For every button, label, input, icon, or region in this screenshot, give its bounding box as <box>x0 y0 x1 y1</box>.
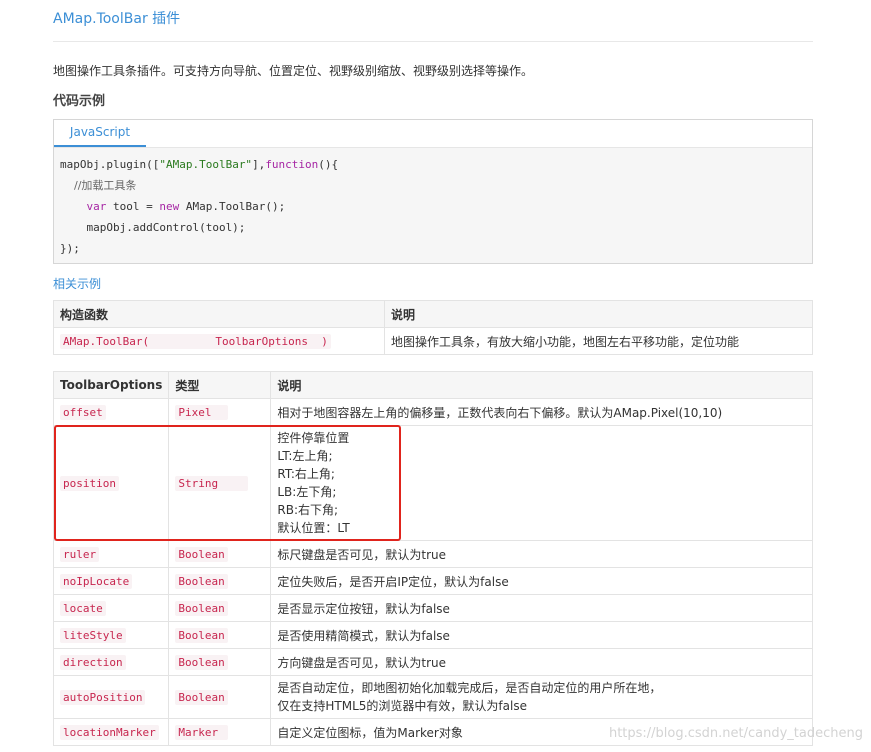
table-cell: 是否自动定位，即地图初始化加载完成后，是否自动定位的用户所在地， 仅在支持HTML… <box>270 675 813 719</box>
options-table: ToolbarOptions 类型 说明 offset Pixel 相对于地图容器… <box>52 371 813 746</box>
code-keyword: new <box>159 200 180 213</box>
code-line-2-comment: //加载工具条 <box>60 179 137 192</box>
table-cell: String <box>168 425 272 541</box>
option-description-line: RT:右上角; <box>277 467 335 481</box>
table-header-cell: 构造函数 <box>53 300 385 328</box>
related-examples-link[interactable]: 相关示例 <box>53 275 101 292</box>
option-description-line: LB:左下角; <box>277 485 337 499</box>
table-cell: autoPosition <box>52 675 170 719</box>
table-cell: locationMarker <box>52 718 170 746</box>
option-name: direction <box>60 655 126 670</box>
table-cell: offset <box>52 398 170 426</box>
table-row: offset Pixel 相对于地图容器左上角的偏移量，正数代表向右下偏移。默认为… <box>52 398 813 426</box>
tab-javascript[interactable]: JavaScript <box>54 120 146 147</box>
code-keyword: var <box>86 200 107 213</box>
title-divider <box>53 41 813 42</box>
table-row: locate Boolean 是否显示定位按钮，默认为false <box>52 594 813 622</box>
option-description-line: 是否自动定位，即地图初始化加载完成后，是否自动定位的用户所在地， <box>277 681 662 695</box>
option-name: position <box>60 476 119 491</box>
option-name: offset <box>60 405 106 420</box>
constructor-code: AMap.ToolBar( ToolbarOptions ) <box>60 334 331 349</box>
table-cell: Boolean <box>168 567 272 595</box>
code-line-3: var tool = new AMap.ToolBar(); <box>60 200 286 213</box>
code-text: AMap.ToolBar(); <box>179 200 286 213</box>
option-type: Boolean <box>175 601 228 616</box>
code-tabbar: JavaScript <box>54 120 812 148</box>
table-cell: AMap.ToolBar( ToolbarOptions ) <box>53 327 385 355</box>
table-cell: 是否使用精简模式，默认为false <box>270 621 813 649</box>
table-header-row: ToolbarOptions 类型 说明 <box>52 371 813 399</box>
code-example-heading: 代码示例 <box>53 94 106 109</box>
option-name: liteStyle <box>60 628 126 643</box>
option-type: Marker <box>175 725 228 740</box>
table-header-cell: 说明 <box>270 371 813 399</box>
option-type: Boolean <box>175 547 228 562</box>
code-text: (){ <box>318 158 339 171</box>
option-type: Boolean <box>175 574 228 589</box>
code-line-5: }); <box>60 242 80 255</box>
watermark: https://blog.csdn.net/candy_tadecheng <box>608 726 863 741</box>
option-type: Pixel <box>175 405 228 420</box>
table-cell: Pixel <box>168 398 272 426</box>
option-type: Boolean <box>175 628 228 643</box>
table-cell: Boolean <box>168 540 272 568</box>
table-cell: position <box>52 425 170 541</box>
table-cell: 定位失败后，是否开启IP定位，默认为false <box>270 567 813 595</box>
table-row: noIpLocate Boolean 定位失败后，是否开启IP定位，默认为false <box>52 567 813 595</box>
option-description-line: 仅在支持HTML5的浏览器中有效，默认为false <box>277 699 527 713</box>
table-header-row: 构造函数 说明 <box>53 300 813 328</box>
code-text: mapObj.plugin([ <box>60 158 160 171</box>
table-row: position String 控件停靠位置 LT:左上角; RT:右上角; LB:左下… <box>52 425 813 541</box>
table-cell: Boolean <box>168 594 272 622</box>
code-text: tool = <box>106 200 160 213</box>
code-keyword: function <box>265 158 319 171</box>
constructor-table: 构造函数 说明 AMap.ToolBar( ToolbarOptions ) 地… <box>53 300 813 355</box>
table-header-cell: 说明 <box>384 300 813 328</box>
option-description-line: LT:左上角; <box>277 449 333 463</box>
table-cell: noIpLocate <box>52 567 170 595</box>
table-row: autoPosition Boolean 是否自动定位，即地图初始化加载完成后，是否… <box>52 675 813 719</box>
table-cell: liteStyle <box>52 621 170 649</box>
table-cell: 方向键盘是否可见，默认为true <box>270 648 813 676</box>
option-name: autoPosition <box>60 690 146 705</box>
table-cell: Boolean <box>168 648 272 676</box>
table-header-cell: 类型 <box>168 371 272 399</box>
code-line-4: mapObj.addControl(tool); <box>60 221 246 234</box>
code-line-1: mapObj.plugin(["AMap.ToolBar"],function(… <box>60 158 338 171</box>
option-name: locate <box>60 601 106 616</box>
table-row: liteStyle Boolean 是否使用精简模式，默认为false <box>52 621 813 649</box>
code-text: ], <box>252 158 266 171</box>
code-example-box: JavaScript mapObj.plugin(["AMap.ToolBar"… <box>53 119 813 264</box>
table-header-cell: ToolbarOptions <box>52 371 170 399</box>
option-type: Boolean <box>175 655 228 670</box>
table-cell: 相对于地图容器左上角的偏移量，正数代表向右下偏移。默认为AMap.Pixel(1… <box>270 398 813 426</box>
option-name: locationMarker <box>60 725 159 740</box>
table-row: direction Boolean 方向键盘是否可见，默认为true <box>52 648 813 676</box>
option-description-line: 默认位置：LT <box>277 521 350 535</box>
option-type: String <box>175 476 248 491</box>
table-row: ruler Boolean 标尺键盘是否可见，默认为true <box>52 540 813 568</box>
option-description-line: RB:右下角; <box>277 503 339 517</box>
table-cell: 地图操作工具条，有放大缩小功能，地图左右平移功能，定位功能 <box>384 327 813 355</box>
table-cell: ruler <box>52 540 170 568</box>
option-description-line: 控件停靠位置 <box>277 431 350 445</box>
code-string: "AMap.ToolBar" <box>159 158 253 171</box>
table-row: AMap.ToolBar( ToolbarOptions ) 地图操作工具条，有… <box>53 327 813 355</box>
option-name: ruler <box>60 547 100 562</box>
table-cell: locate <box>52 594 170 622</box>
table-cell: Boolean <box>168 675 272 719</box>
plugin-description: 地图操作工具条插件。可支持方向导航、位置定位、视野级别缩放、视野级别选择等操作。 <box>53 64 534 78</box>
table-cell: Marker <box>168 718 272 746</box>
table-cell: Boolean <box>168 621 272 649</box>
code-block: mapObj.plugin(["AMap.ToolBar"],function(… <box>60 154 338 259</box>
option-type: Boolean <box>175 690 228 705</box>
table-cell: 标尺键盘是否可见，默认为true <box>270 540 813 568</box>
option-name: noIpLocate <box>60 574 133 589</box>
table-cell: direction <box>52 648 170 676</box>
page-title: AMap.ToolBar 插件 <box>53 11 181 27</box>
table-cell: 是否显示定位按钮，默认为false <box>270 594 813 622</box>
table-cell: 控件停靠位置 LT:左上角; RT:右上角; LB:左下角; RB:右下角; 默认位置：L… <box>270 425 813 541</box>
